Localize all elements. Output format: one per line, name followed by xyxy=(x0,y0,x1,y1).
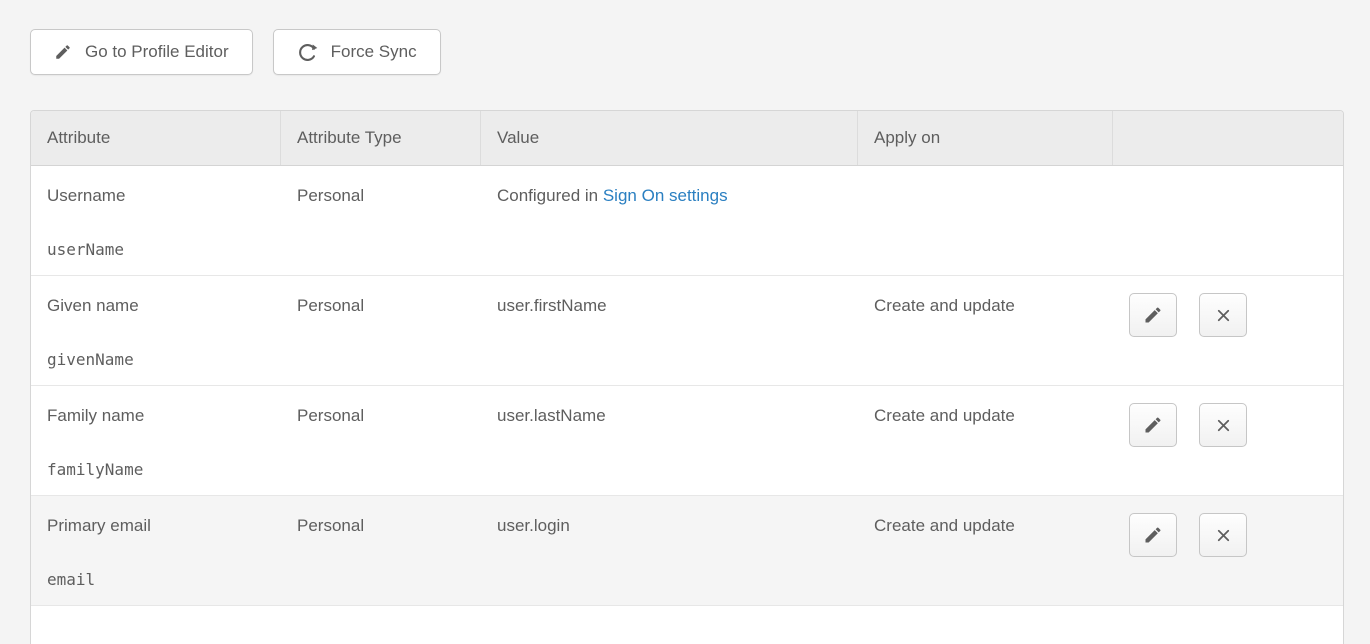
attribute-variable: email xyxy=(47,569,265,591)
pencil-icon xyxy=(1143,525,1163,545)
sign-on-settings-link[interactable]: Sign On settings xyxy=(603,186,728,205)
attribute-mappings-page: Go to Profile Editor Force Sync Attribut… xyxy=(0,0,1370,644)
value-text: Configured in xyxy=(497,186,603,205)
edit-attribute-button[interactable] xyxy=(1129,513,1177,557)
column-header-apply-on: Apply on xyxy=(858,111,1113,165)
delete-attribute-button[interactable] xyxy=(1199,403,1247,447)
attribute-label: Primary email xyxy=(47,515,265,537)
column-header-value: Value xyxy=(481,111,858,165)
attribute-type-cell: Personal xyxy=(281,386,481,495)
close-icon xyxy=(1214,306,1233,325)
actions-cell xyxy=(1113,496,1343,605)
value-cell: user.firstName xyxy=(481,276,858,385)
delete-attribute-button[interactable] xyxy=(1199,513,1247,557)
table-row-family-name: Family name familyName Personal user.las… xyxy=(31,386,1343,496)
edit-attribute-button[interactable] xyxy=(1129,403,1177,447)
force-sync-label: Force Sync xyxy=(331,42,417,62)
attribute-cell: Family name familyName xyxy=(31,386,281,495)
pencil-icon xyxy=(54,43,72,61)
attribute-cell: Given name givenName xyxy=(31,276,281,385)
force-sync-button[interactable]: Force Sync xyxy=(273,29,441,75)
close-icon xyxy=(1214,526,1233,545)
attribute-variable: familyName xyxy=(47,459,265,481)
go-to-profile-editor-label: Go to Profile Editor xyxy=(85,42,229,62)
column-header-attribute-type: Attribute Type xyxy=(281,111,481,165)
toolbar: Go to Profile Editor Force Sync xyxy=(30,29,1344,75)
delete-attribute-button[interactable] xyxy=(1199,293,1247,337)
apply-on-cell: Create and update xyxy=(858,276,1113,385)
pencil-icon xyxy=(1143,305,1163,325)
table-header-row: Attribute Attribute Type Value Apply on xyxy=(31,111,1343,166)
table-row-partial xyxy=(31,606,1343,644)
column-header-actions xyxy=(1113,111,1343,165)
edit-attribute-button[interactable] xyxy=(1129,293,1177,337)
actions-cell xyxy=(1113,386,1343,495)
apply-on-cell: Create and update xyxy=(858,386,1113,495)
close-icon xyxy=(1214,416,1233,435)
table-row-username: Username userName Personal Configured in… xyxy=(31,166,1343,276)
value-cell: user.login xyxy=(481,496,858,605)
column-header-attribute: Attribute xyxy=(31,111,281,165)
actions-cell xyxy=(1113,166,1343,275)
attribute-label: Given name xyxy=(47,295,265,317)
attribute-cell: Primary email email xyxy=(31,496,281,605)
attribute-type-cell: Personal xyxy=(281,276,481,385)
table-row-primary-email: Primary email email Personal user.login … xyxy=(31,496,1343,606)
attribute-variable: userName xyxy=(47,239,265,261)
pencil-icon xyxy=(1143,415,1163,435)
value-cell: user.lastName xyxy=(481,386,858,495)
table-row-given-name: Given name givenName Personal user.first… xyxy=(31,276,1343,386)
apply-on-cell: Create and update xyxy=(858,496,1113,605)
actions-cell xyxy=(1113,276,1343,385)
refresh-icon xyxy=(297,42,318,63)
attribute-type-cell: Personal xyxy=(281,496,481,605)
attribute-cell: Username userName xyxy=(31,166,281,275)
apply-on-cell xyxy=(858,166,1113,275)
attribute-label: Username xyxy=(47,185,265,207)
value-cell: Configured in Sign On settings xyxy=(481,166,858,275)
attribute-variable: givenName xyxy=(47,349,265,371)
attribute-type-cell: Personal xyxy=(281,166,481,275)
go-to-profile-editor-button[interactable]: Go to Profile Editor xyxy=(30,29,253,75)
attribute-label: Family name xyxy=(47,405,265,427)
attribute-mappings-table: Attribute Attribute Type Value Apply on … xyxy=(30,110,1344,644)
